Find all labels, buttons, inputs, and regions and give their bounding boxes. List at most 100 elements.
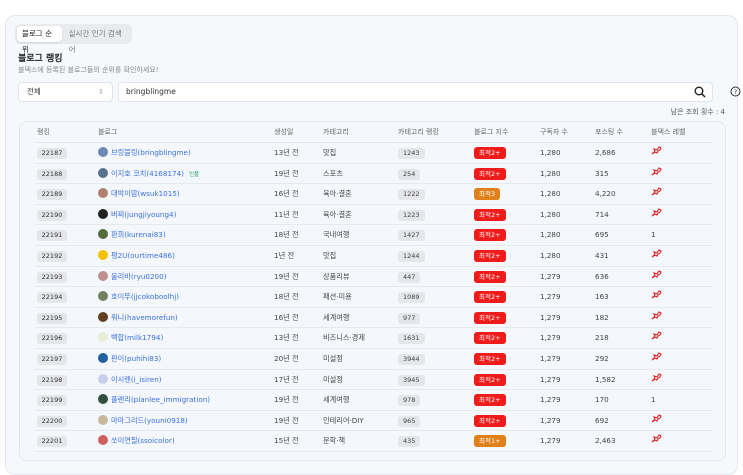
blog-link[interactable]: 이지호 코치(4168174) 인플: [98, 164, 199, 185]
level-icon: [651, 349, 662, 369]
created-age: 16년 전: [274, 312, 299, 322]
level-icon: [651, 431, 662, 451]
blog-index-badge: 최적2+: [474, 394, 506, 407]
blog-index-badge: 최적2+: [474, 353, 506, 365]
blog-link[interactable]: 환희(kurenai83): [98, 225, 166, 245]
created-age: 19년 전: [274, 415, 299, 425]
table-row: 22187 브링블링(bringblingme) 13년 전 맛집 1243 최…: [35, 143, 712, 164]
category: 맛집: [323, 148, 337, 157]
help-icon[interactable]: ?: [730, 86, 741, 97]
blog-name: 호이뚜(jjcokoboolhj): [111, 292, 179, 302]
blog-index-badge: 최적2+: [474, 250, 506, 262]
subscriber-count: 1,280: [540, 251, 561, 260]
blog-link[interactable]: 브링블링(bringblingme): [98, 143, 191, 163]
tab-blog-ranking[interactable]: 블로그 순위: [17, 26, 62, 54]
blog-name: 올리바(ryu0200): [111, 271, 167, 281]
table-row: 22190 버찌(jungjiyoung4) 11년 전 육아·결혼 1223 …: [35, 205, 712, 226]
category-rank-badge: 1243: [398, 148, 425, 159]
avatar: [98, 188, 108, 199]
avatar: [98, 353, 108, 363]
post-count: 292: [595, 354, 609, 363]
blog-index-badge: 최적2+: [474, 291, 506, 304]
blog-link[interactable]: 버찌(jungjiyoung4): [98, 205, 176, 225]
col-rank: 랭킹: [37, 128, 50, 136]
blog-link[interactable]: 쏘이연필(ssoicolor): [98, 431, 175, 451]
blog-link[interactable]: 평2U(ourtime486): [98, 246, 175, 266]
blog-link[interactable]: 대박이맘(wsuk1015): [98, 184, 180, 204]
rank-badge: 22189: [37, 189, 67, 201]
search-icon[interactable]: [694, 86, 706, 98]
blog-index-badge: 최적3: [474, 188, 501, 201]
rank-badge: 22195: [37, 312, 67, 324]
avatar: [98, 208, 108, 219]
post-count: 714: [595, 209, 609, 219]
post-count: 4,220: [595, 189, 616, 199]
rank-badge: 22199: [37, 395, 67, 407]
category-rank-badge: 978: [398, 395, 421, 407]
subscriber-count: 1,279: [540, 312, 561, 322]
blog-link[interactable]: 마마그리드(youni0918): [98, 411, 188, 431]
category: 맛집: [323, 251, 337, 260]
subscriber-count: 1,279: [540, 333, 561, 343]
table-row: 22195 워니(havemorefun) 16년 전 세계여행 977 최적2…: [35, 308, 712, 329]
rank-badge: 22198: [37, 374, 67, 386]
category-rank-badge: 1223: [398, 209, 425, 221]
category-rank-badge: 1222: [398, 189, 425, 201]
level-icon: [651, 308, 662, 328]
blog-name: 판이(puhihi83): [111, 354, 162, 363]
blog-name: 이지호 코치(4168174): [111, 168, 184, 178]
post-count: 218: [595, 333, 609, 343]
blog-link[interactable]: 이시렌(i_isiren): [98, 370, 162, 390]
created-age: 19년 전: [274, 271, 299, 281]
subscriber-count: 1,279: [540, 374, 561, 384]
category-select[interactable]: 전체 ⇕: [18, 82, 113, 102]
created-age: 1년 전: [274, 251, 295, 260]
blog-name: 버찌(jungjiyoung4): [111, 209, 177, 219]
created-age: 13년 전: [274, 148, 299, 157]
level-icon: [651, 164, 662, 184]
blog-link[interactable]: 백합(milk1794): [98, 328, 163, 348]
blog-link[interactable]: 워니(havemorefun): [98, 308, 178, 328]
post-count: 2,686: [595, 148, 616, 157]
category: 육아·결혼: [323, 189, 352, 199]
col-posts: 포스팅 수: [595, 128, 623, 136]
level-icon: [651, 370, 662, 390]
blog-link[interactable]: 호이뚜(jjcokoboolhj): [98, 287, 179, 307]
table-row: 22197 판이(puhihi83) 20년 전 미설정 3944 최적2+ 1…: [35, 349, 712, 370]
blog-name: 브링블링(bringblingme): [111, 148, 191, 157]
avatar: [98, 373, 108, 384]
level-icon: [651, 205, 662, 225]
category-select-value: 전체: [27, 87, 41, 96]
subscriber-count: 1,279: [540, 395, 561, 405]
post-count: 636: [595, 271, 609, 281]
blog-link[interactable]: 플랜리(planlee_immigration): [98, 390, 210, 410]
table-row: 22194 호이뚜(jjcokoboolhj) 18년 전 패션·미용 1089…: [35, 287, 712, 308]
level-value: 1: [651, 395, 656, 405]
subscriber-count: 1,280: [540, 230, 561, 240]
rank-badge: 22193: [37, 271, 67, 283]
blog-index-badge: 최적2+: [474, 414, 506, 427]
created-age: 17년 전: [274, 374, 299, 384]
category: 세계여행: [323, 395, 350, 405]
created-age: 11년 전: [274, 209, 299, 219]
category: 스포츠: [323, 168, 343, 178]
category-rank-badge: 1427: [398, 230, 425, 242]
created-age: 19년 전: [274, 395, 299, 405]
created-age: 19년 전: [274, 168, 299, 178]
category: 미설정: [323, 354, 343, 363]
page-title: 블로그 랭킹: [18, 54, 63, 64]
post-count: 315: [595, 168, 609, 178]
blog-link[interactable]: 판이(puhihi83): [98, 349, 161, 369]
avatar: [98, 332, 108, 343]
subscriber-count: 1,280: [540, 189, 561, 199]
blog-index-badge: 최적2+: [474, 167, 506, 180]
level-icon: [651, 287, 662, 307]
col-category: 카테고리: [323, 128, 349, 136]
page-subtitle: 블덱스에 등록된 블로그들의 순위를 확인하세요!: [18, 66, 159, 74]
tab-realtime-keywords[interactable]: 실시간 인기 검색어: [64, 26, 130, 54]
avatar: [98, 167, 108, 178]
search-input[interactable]: bringblingme: [118, 82, 713, 102]
created-age: 18년 전: [274, 292, 299, 302]
blog-link[interactable]: 올리바(ryu0200): [98, 267, 167, 287]
category-rank-badge: 447: [398, 271, 421, 283]
